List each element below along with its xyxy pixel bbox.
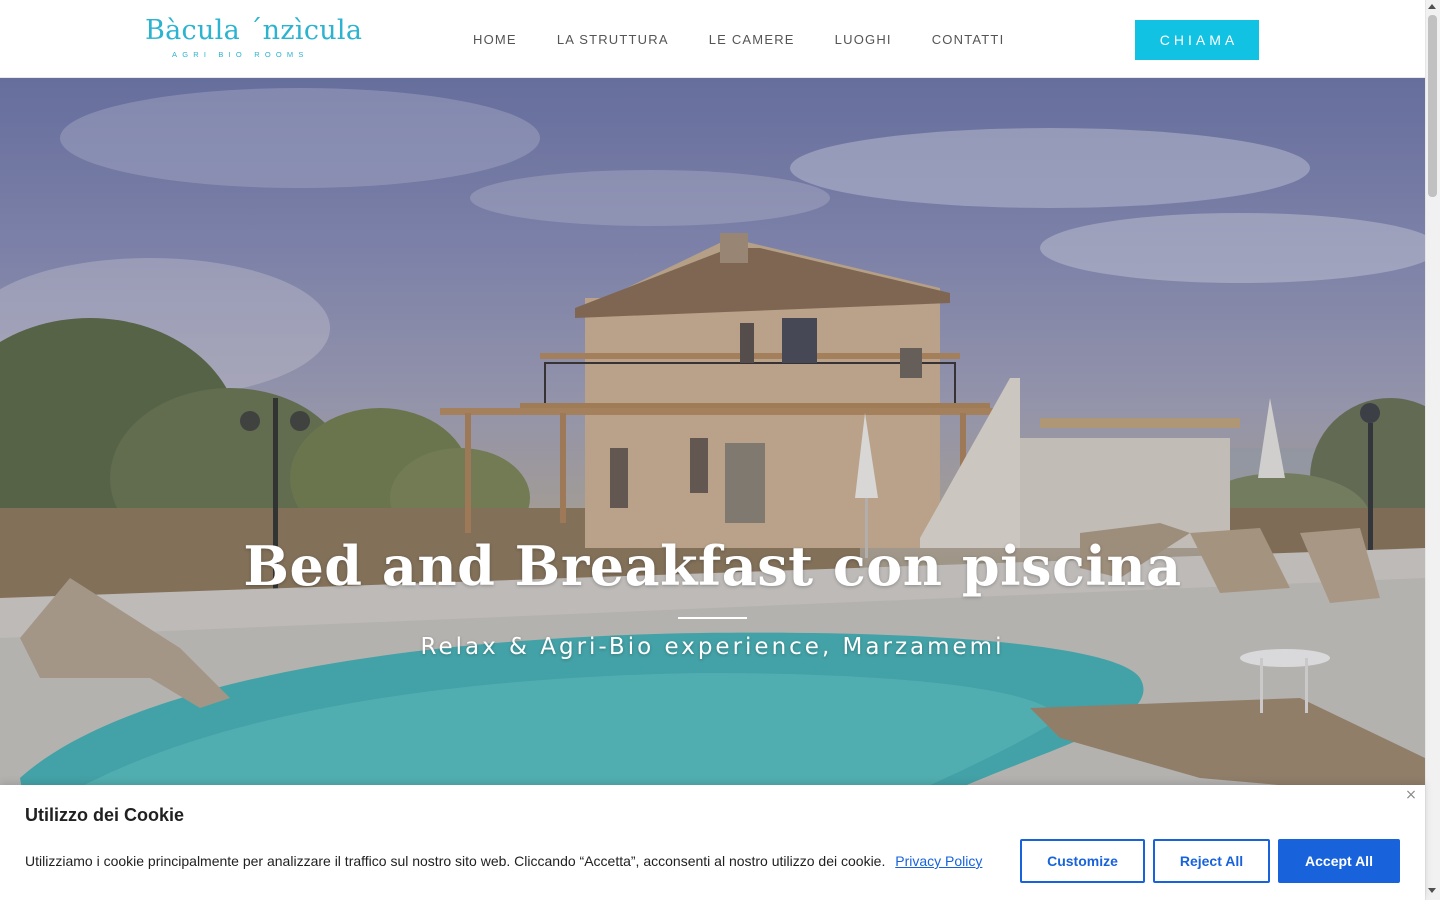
cookie-title: Utilizzo dei Cookie [25, 805, 185, 825]
hero-title: Bed and Breakfast con piscina [243, 534, 1182, 598]
nav-le-camere[interactable]: LE CAMERE [709, 31, 795, 49]
hero-overlay [0, 78, 1425, 900]
nav-la-struttura[interactable]: LA STRUTTURA [557, 31, 669, 49]
reject-all-button[interactable]: Reject All [1153, 839, 1270, 883]
cookie-text: Utilizziamo i cookie principalmente per … [25, 853, 886, 869]
site-logo[interactable]: Bàcula ´nzìcula AGRI BIO ROOMS [145, 14, 363, 59]
cookie-banner: × Utilizzo dei Cookie Utilizziamo i cook… [0, 785, 1425, 900]
scroll-up-arrow-icon[interactable] [1428, 4, 1436, 9]
customize-button[interactable]: Customize [1020, 839, 1145, 883]
close-icon[interactable]: × [1403, 787, 1419, 803]
hero-divider [678, 617, 747, 619]
scroll-down-arrow-icon[interactable] [1428, 888, 1436, 893]
privacy-policy-link[interactable]: Privacy Policy [895, 853, 982, 869]
scrollbar-thumb[interactable] [1428, 15, 1437, 197]
site-header: Bàcula ´nzìcula AGRI BIO ROOMS HOME LA S… [0, 0, 1425, 78]
logo-title: Bàcula ´nzìcula [145, 15, 363, 46]
hero-section: Bed and Breakfast con piscina Relax & Ag… [0, 78, 1425, 900]
nav-contatti[interactable]: CONTATTI [932, 31, 1005, 49]
logo-subtitle: AGRI BIO ROOMS [172, 50, 309, 59]
nav-home[interactable]: HOME [473, 31, 517, 49]
call-button[interactable]: CHIAMA [1135, 20, 1259, 60]
cookie-description: Utilizziamo i cookie principalmente per … [25, 853, 982, 869]
nav-luoghi[interactable]: LUOGHI [835, 31, 892, 49]
accept-all-button[interactable]: Accept All [1278, 839, 1400, 883]
main-nav: HOME LA STRUTTURA LE CAMERE LUOGHI CONTA… [473, 31, 1044, 49]
hero-subtitle: Relax & Agri-Bio experience, Marzamemi [420, 634, 1005, 660]
